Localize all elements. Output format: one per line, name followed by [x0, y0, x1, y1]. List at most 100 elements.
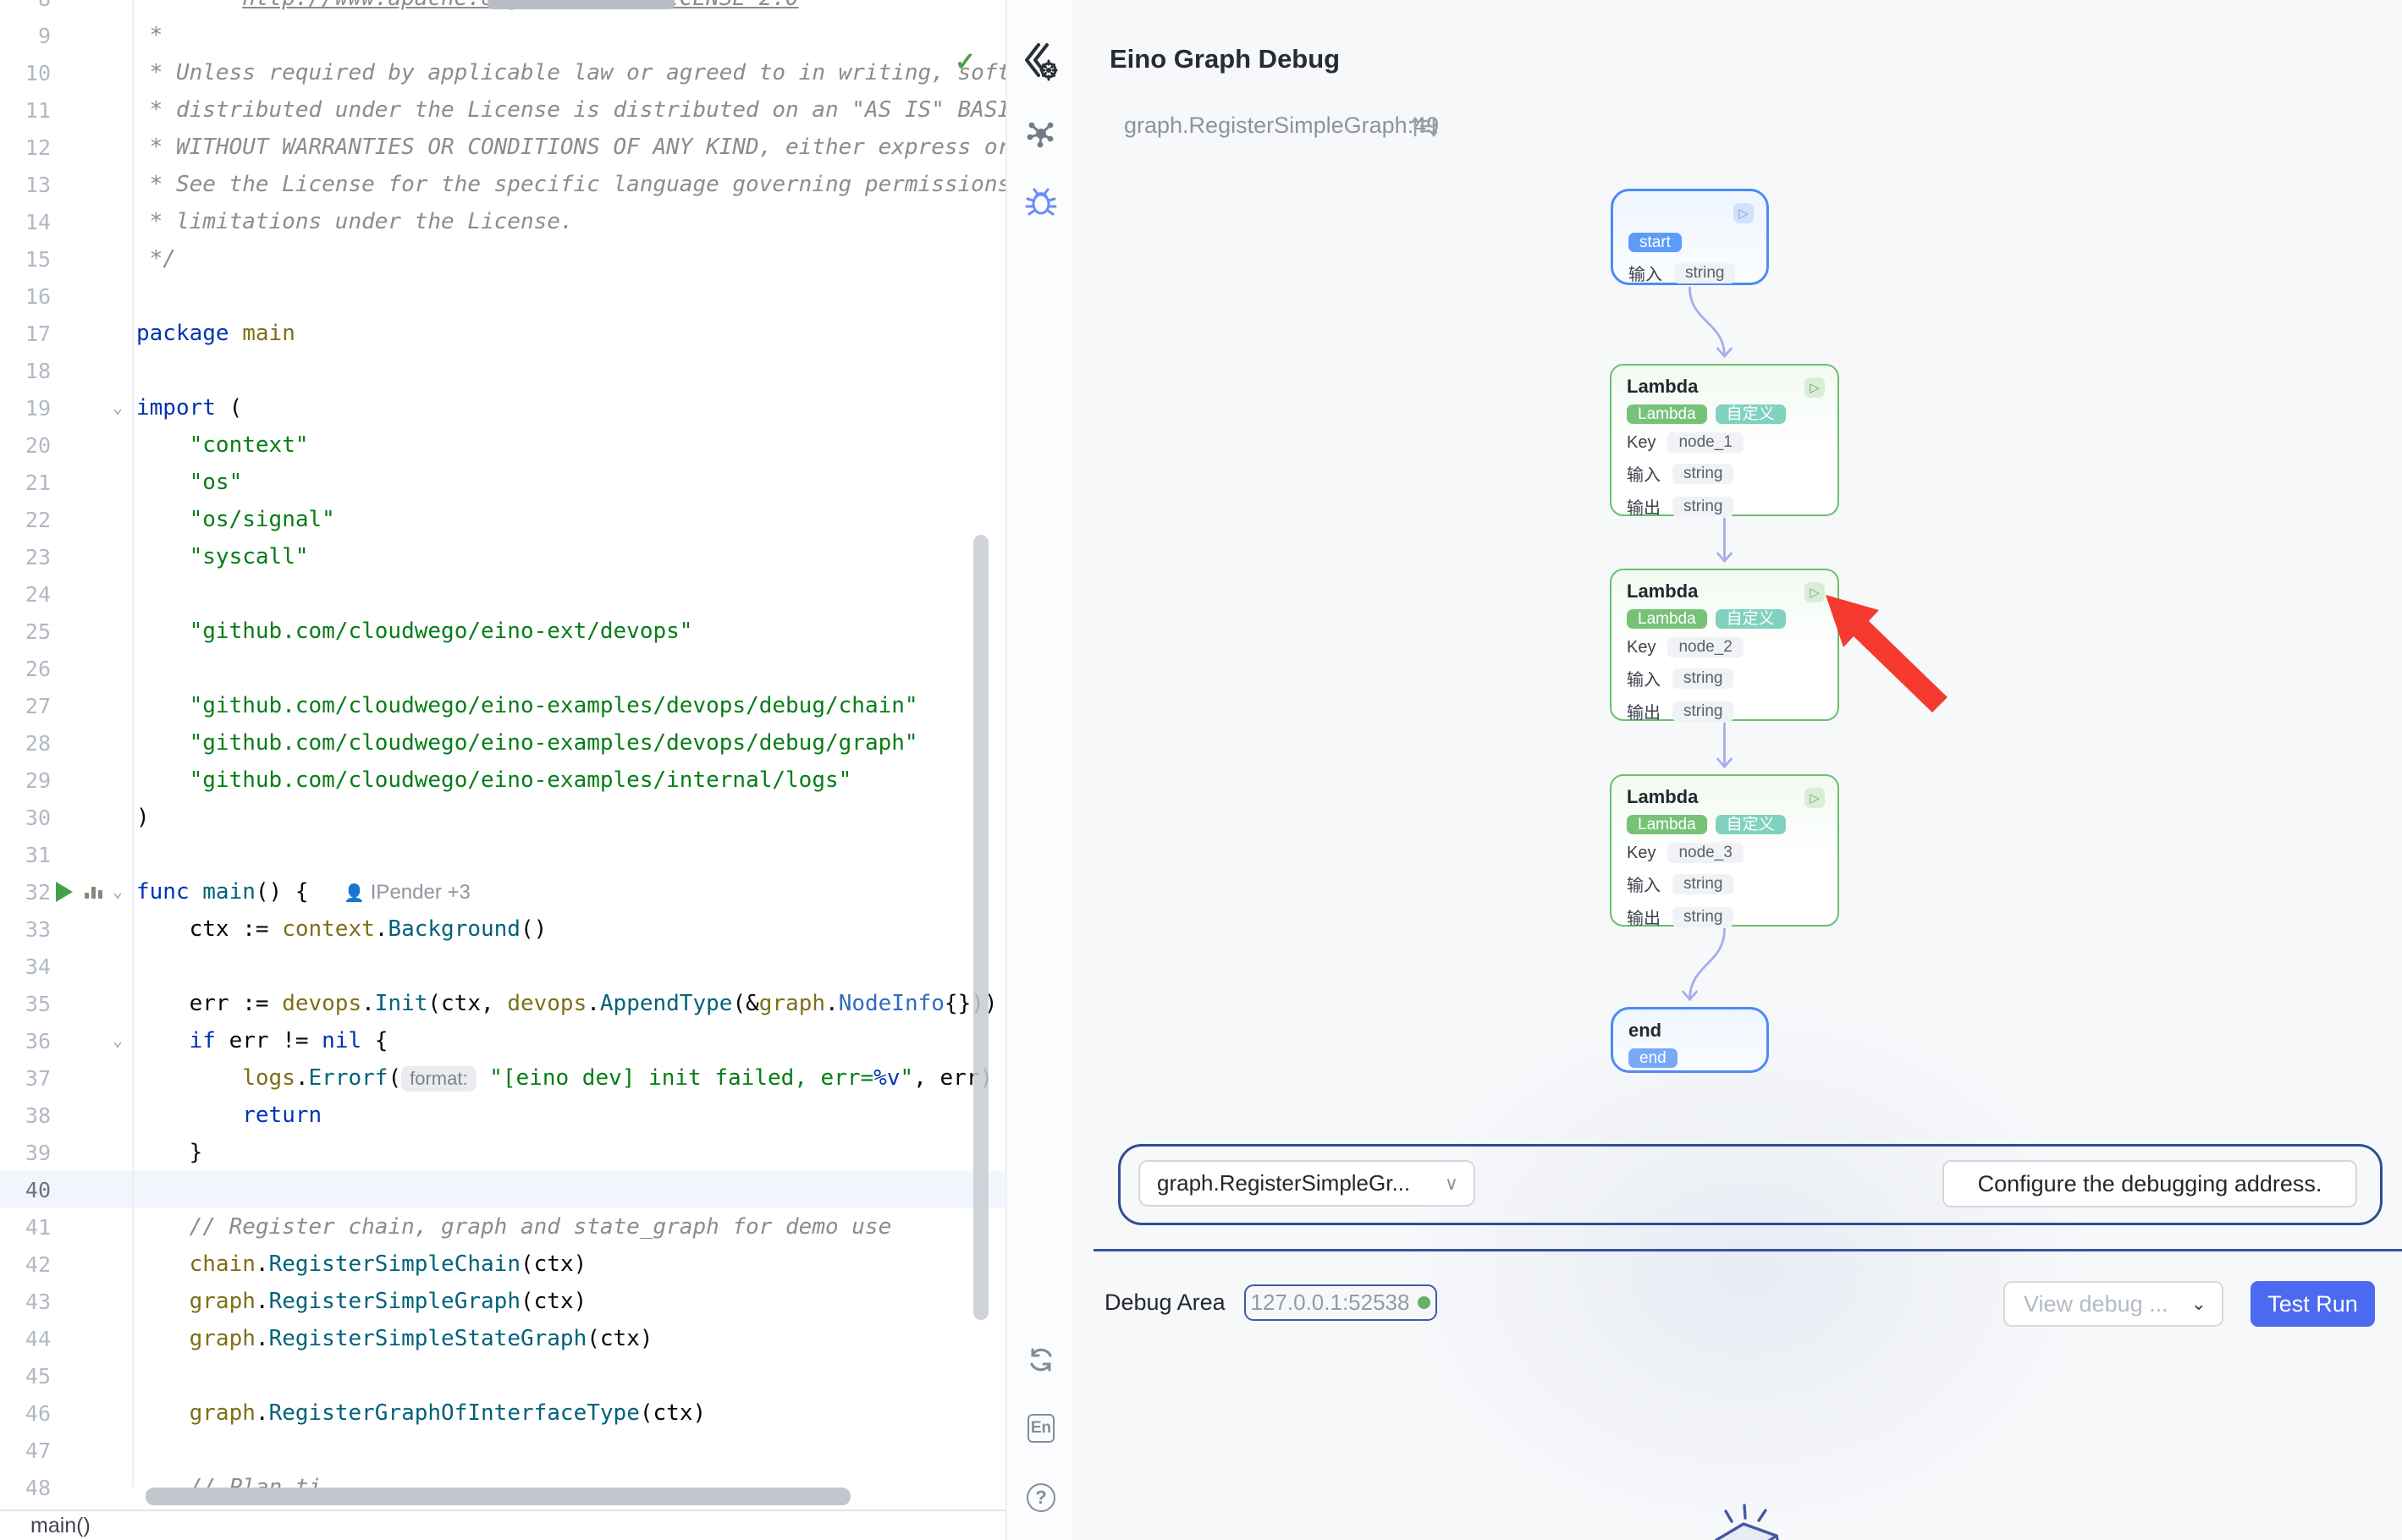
fold-chevron-icon[interactable]: ⌄: [113, 1033, 126, 1047]
debug-address-chip[interactable]: 127.0.0.1:52538: [1244, 1284, 1437, 1321]
code-line-17[interactable]: 17package main: [0, 315, 1005, 352]
run-main-icon[interactable]: [56, 882, 73, 902]
debug-target-select[interactable]: graph.RegisterSimpleGr... ∨: [1138, 1160, 1475, 1207]
line-number: 42: [0, 1252, 51, 1277]
language-en-icon[interactable]: En: [1007, 1411, 1075, 1445]
code-line-37[interactable]: 37 logs.Errorf(format: "[eino dev] init …: [0, 1059, 1005, 1097]
row-value-chip: string: [1674, 263, 1735, 283]
code-line-47[interactable]: 47: [0, 1432, 1005, 1469]
code-line-10[interactable]: 10 * Unless required by applicable law o…: [0, 54, 1005, 91]
graph-node-node_3[interactable]: ▷LambdaLambda自定义Keynode_3输入string输出strin…: [1610, 774, 1839, 927]
view-debug-select[interactable]: View debug ... ⌄: [2003, 1281, 2223, 1327]
breadcrumb[interactable]: main(): [30, 1514, 91, 1538]
code-line-23[interactable]: 23 "syscall": [0, 538, 1005, 575]
code-text: * distributed under the License is distr…: [136, 91, 1005, 129]
code-lines: 8 * http://www.apache.org/licenses/LICEN…: [0, 0, 1005, 1506]
code-line-42[interactable]: 42 chain.RegisterSimpleChain(ctx): [0, 1246, 1005, 1283]
line-number: 9: [0, 24, 51, 48]
help-icon[interactable]: ?: [1007, 1481, 1075, 1515]
code-line-30[interactable]: 30): [0, 799, 1005, 836]
gutter: [51, 240, 136, 278]
node-play-button[interactable]: ▷: [1733, 203, 1754, 223]
code-line-21[interactable]: 21 "os": [0, 464, 1005, 501]
code-line-25[interactable]: 25 "github.com/cloudwego/eino-ext/devops…: [0, 613, 1005, 650]
line-number: 36: [0, 1029, 51, 1053]
node-play-button[interactable]: ▷: [1804, 788, 1825, 808]
code-line-16[interactable]: 16: [0, 278, 1005, 315]
code-line-40[interactable]: 40: [0, 1171, 1005, 1208]
debug-bug-icon[interactable]: [1007, 183, 1075, 220]
node-type-badge: Lambda: [1627, 609, 1707, 629]
gutter: [51, 1208, 136, 1246]
line-number: 28: [0, 731, 51, 756]
run-history-icon[interactable]: [85, 887, 107, 899]
code-line-20[interactable]: 20 "context": [0, 426, 1005, 464]
code-line-35[interactable]: 35 err := devops.Init(ctx, devops.Append…: [0, 985, 1005, 1022]
test-run-button[interactable]: Test Run: [2250, 1281, 2375, 1327]
node-type-badge: end: [1628, 1048, 1678, 1068]
refresh-icon[interactable]: [1007, 1341, 1075, 1378]
node-row: 输入string: [1627, 666, 1822, 690]
graph-node-node_1[interactable]: ▷LambdaLambda自定义Keynode_1输入string输出strin…: [1610, 364, 1839, 516]
inspections-ok-icon[interactable]: ✓: [955, 47, 976, 77]
code-line-38[interactable]: 38 return: [0, 1097, 1005, 1134]
code-line-18[interactable]: 18: [0, 352, 1005, 389]
graph-node-end[interactable]: endend: [1611, 1007, 1769, 1073]
code-line-15[interactable]: 15 */: [0, 240, 1005, 278]
code-line-28[interactable]: 28 "github.com/cloudwego/eino-examples/d…: [0, 724, 1005, 762]
horizontal-scrollbar[interactable]: [146, 1488, 851, 1505]
code-line-27[interactable]: 27 "github.com/cloudwego/eino-examples/d…: [0, 687, 1005, 724]
code-text: *: [136, 17, 1005, 54]
code-line-29[interactable]: 29 "github.com/cloudwego/eino-examples/i…: [0, 762, 1005, 799]
gutter: [51, 54, 136, 91]
node-play-button[interactable]: ▷: [1804, 377, 1825, 398]
code-line-44[interactable]: 44 graph.RegisterSimpleStateGraph(ctx): [0, 1320, 1005, 1357]
code-line-32[interactable]: 32⌄func main() { 👤 IPender +3: [0, 873, 1005, 910]
gutter: [51, 1394, 136, 1432]
code-vision-hint[interactable]: 👤 IPender +3: [344, 874, 471, 910]
code-line-26[interactable]: 26: [0, 650, 1005, 687]
code-line-19[interactable]: 19⌄import (: [0, 389, 1005, 426]
code-editor[interactable]: 8 * http://www.apache.org/licenses/LICEN…: [0, 0, 1005, 1540]
code-line-14[interactable]: 14 * limitations under the License.: [0, 203, 1005, 240]
code-line-36[interactable]: 36⌄ if err != nil {: [0, 1022, 1005, 1059]
code-line-33[interactable]: 33 ctx := context.Background(): [0, 910, 1005, 948]
top-scroll-thumb[interactable]: [488, 0, 675, 9]
code-line-46[interactable]: 46 graph.RegisterGraphOfInterfaceType(ct…: [0, 1394, 1005, 1432]
line-number: 40: [0, 1178, 51, 1202]
code-line-41[interactable]: 41 // Register chain, graph and state_gr…: [0, 1208, 1005, 1246]
code-line-43[interactable]: 43 graph.RegisterSimpleGraph(ctx): [0, 1283, 1005, 1320]
code-line-24[interactable]: 24: [0, 575, 1005, 613]
code-line-34[interactable]: 34: [0, 948, 1005, 985]
gutter: [51, 836, 136, 873]
node-row: 输出string: [1627, 905, 1822, 929]
gutter: [51, 1357, 136, 1394]
configure-address-button[interactable]: Configure the debugging address.: [1942, 1160, 2357, 1207]
node-body: LambdaLambda自定义Keynode_3输入string输出string: [1611, 776, 1837, 929]
row-value-chip: node_3: [1667, 843, 1743, 863]
gutter: [51, 1059, 136, 1097]
node-play-button[interactable]: ▷: [1804, 582, 1825, 602]
code-line-13[interactable]: 13 * See the License for the specific la…: [0, 166, 1005, 203]
graph-node-node_2[interactable]: ▷LambdaLambda自定义Keynode_2输入string输出strin…: [1610, 569, 1839, 721]
code-text: [136, 1357, 1005, 1394]
code-line-11[interactable]: 11 * distributed under the License is di…: [0, 91, 1005, 129]
vertical-scrollbar[interactable]: [973, 535, 989, 1320]
code-line-45[interactable]: 45: [0, 1357, 1005, 1394]
code-line-22[interactable]: 22 "os/signal": [0, 501, 1005, 538]
node-badges: Lambda自定义: [1627, 815, 1822, 834]
code-line-39[interactable]: 39 }: [0, 1134, 1005, 1171]
graph-node-start[interactable]: ▷start输入string: [1611, 189, 1769, 285]
line-number: 30: [0, 806, 51, 830]
graph-hub-icon[interactable]: [1007, 115, 1075, 152]
code-line-9[interactable]: 9 *: [0, 17, 1005, 54]
gutter: [51, 203, 136, 240]
code-line-31[interactable]: 31: [0, 836, 1005, 873]
code-line-12[interactable]: 12 * WITHOUT WARRANTIES OR CONDITIONS OF…: [0, 129, 1005, 166]
line-number: 12: [0, 135, 51, 160]
line-number: 35: [0, 992, 51, 1016]
fold-chevron-icon[interactable]: ⌄: [113, 884, 126, 898]
gutter: [51, 613, 136, 650]
fold-chevron-icon[interactable]: ⌄: [113, 400, 126, 414]
graph-canvas[interactable]: ▷start输入string ▷LambdaLambda自定义Keynode_1输…: [1073, 0, 2402, 1141]
